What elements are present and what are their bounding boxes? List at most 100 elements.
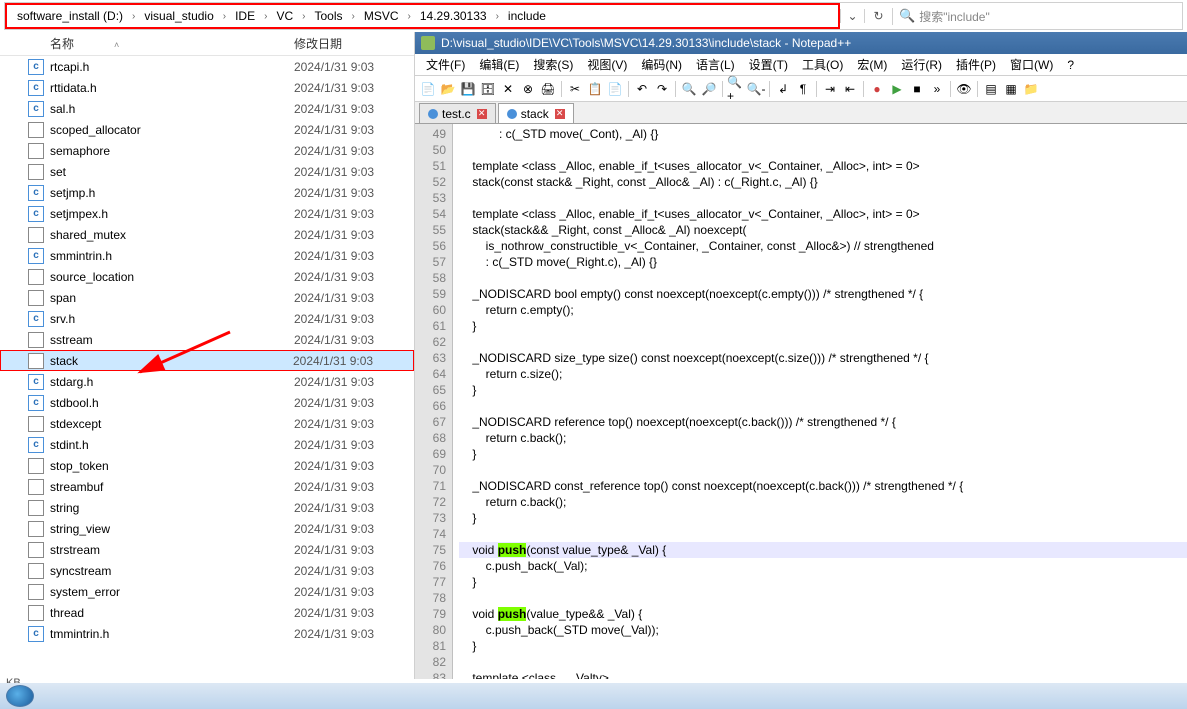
breadcrumb-item[interactable]: 14.29.30133 xyxy=(414,5,493,27)
file-row[interactable]: span2024/1/31 9:03 xyxy=(0,287,414,308)
file-row[interactable]: set2024/1/31 9:03 xyxy=(0,161,414,182)
find-icon[interactable]: 🔍 xyxy=(680,80,698,98)
file-row[interactable]: syncstream2024/1/31 9:03 xyxy=(0,560,414,581)
file-row[interactable]: cstdint.h2024/1/31 9:03 xyxy=(0,434,414,455)
cut-icon[interactable]: ✂ xyxy=(566,80,584,98)
notepad-toolbar[interactable]: 📄 📂 💾 🗄 ✕ ⊗ 🖨 ✂ 📋 📄 ↶ ↷ 🔍 🔎 🔍+ 🔍- ↲ ¶ ⇥ xyxy=(415,76,1187,102)
breadcrumb-item[interactable]: software_install (D:) xyxy=(11,5,129,27)
file-row[interactable]: ctmmintrin.h2024/1/31 9:03 xyxy=(0,623,414,644)
menu-item[interactable]: 搜索(S) xyxy=(526,56,580,73)
file-row[interactable]: crtcapi.h2024/1/31 9:03 xyxy=(0,56,414,77)
doc-map-icon[interactable]: ▤ xyxy=(982,80,1000,98)
file-row[interactable]: csetjmp.h2024/1/31 9:03 xyxy=(0,182,414,203)
menu-item[interactable]: 文件(F) xyxy=(419,56,472,73)
save-all-icon[interactable]: 🗄 xyxy=(479,80,497,98)
file-row[interactable]: csrv.h2024/1/31 9:03 xyxy=(0,308,414,329)
replace-icon[interactable]: 🔎 xyxy=(700,80,718,98)
breadcrumb[interactable]: software_install (D:)›visual_studio›IDE›… xyxy=(5,3,552,29)
editor-tab[interactable]: test.c✕ xyxy=(419,103,496,123)
paste-icon[interactable]: 📄 xyxy=(606,80,624,98)
code-content[interactable]: : c(_STD move(_Cont), _Al) {} template <… xyxy=(453,124,1187,679)
file-row[interactable]: stdexcept2024/1/31 9:03 xyxy=(0,413,414,434)
close-all-icon[interactable]: ⊗ xyxy=(519,80,537,98)
record-macro-icon[interactable]: ● xyxy=(868,80,886,98)
file-row[interactable]: string_view2024/1/31 9:03 xyxy=(0,518,414,539)
menu-item[interactable]: 编码(N) xyxy=(634,56,689,73)
file-icon xyxy=(28,332,44,348)
column-header[interactable]: 名称˄ 修改日期 xyxy=(0,32,414,56)
file-row[interactable]: stop_token2024/1/31 9:03 xyxy=(0,455,414,476)
globe-icon[interactable] xyxy=(6,685,34,707)
file-name: strstream xyxy=(50,543,294,557)
indent-icon[interactable]: ⇥ xyxy=(821,80,839,98)
breadcrumb-item[interactable]: include xyxy=(502,5,552,27)
notepad-menubar[interactable]: 文件(F)编辑(E)搜索(S)视图(V)编码(N)语言(L)设置(T)工具(O)… xyxy=(415,54,1187,76)
file-row[interactable]: string2024/1/31 9:03 xyxy=(0,497,414,518)
file-row[interactable]: cstdarg.h2024/1/31 9:03 xyxy=(0,371,414,392)
file-row[interactable]: csmmintrin.h2024/1/31 9:03 xyxy=(0,245,414,266)
menu-item[interactable]: ? xyxy=(1060,58,1081,72)
file-row[interactable]: strstream2024/1/31 9:03 xyxy=(0,539,414,560)
column-name[interactable]: 名称 xyxy=(50,37,74,51)
folder-workspace-icon[interactable]: 📁 xyxy=(1022,80,1040,98)
file-row[interactable]: streambuf2024/1/31 9:03 xyxy=(0,476,414,497)
notepad-tabs[interactable]: test.c✕stack✕ xyxy=(415,102,1187,124)
file-row[interactable]: cstdbool.h2024/1/31 9:03 xyxy=(0,392,414,413)
undo-icon[interactable]: ↶ xyxy=(633,80,651,98)
refresh-icon[interactable]: ↻ xyxy=(864,9,892,23)
file-row[interactable]: csetjmpex.h2024/1/31 9:03 xyxy=(0,203,414,224)
tab-close-icon[interactable]: ✕ xyxy=(477,109,487,119)
column-date[interactable]: 修改日期 xyxy=(294,35,414,52)
file-row[interactable]: csal.h2024/1/31 9:03 xyxy=(0,98,414,119)
address-dropdown-icon[interactable]: ⌄ xyxy=(840,9,864,23)
new-file-icon[interactable]: 📄 xyxy=(419,80,437,98)
menu-item[interactable]: 窗口(W) xyxy=(1003,56,1060,73)
file-row[interactable]: sstream2024/1/31 9:03 xyxy=(0,329,414,350)
editor-area[interactable]: 4950515253545556575859606162636465666768… xyxy=(415,124,1187,679)
func-list-icon[interactable]: ▦ xyxy=(1002,80,1020,98)
print-icon[interactable]: 🖨 xyxy=(539,80,557,98)
breadcrumb-item[interactable]: VC xyxy=(270,5,299,27)
play-macro-icon[interactable]: ▶ xyxy=(888,80,906,98)
file-row[interactable]: stack2024/1/31 9:03 xyxy=(0,350,414,371)
file-list[interactable]: crtcapi.h2024/1/31 9:03crttidata.h2024/1… xyxy=(0,56,414,679)
zoom-in-icon[interactable]: 🔍+ xyxy=(727,80,745,98)
breadcrumb-item[interactable]: visual_studio xyxy=(138,5,219,27)
menu-item[interactable]: 编辑(E) xyxy=(472,56,526,73)
menu-item[interactable]: 插件(P) xyxy=(949,56,1003,73)
file-row[interactable]: system_error2024/1/31 9:03 xyxy=(0,581,414,602)
file-date: 2024/1/31 9:03 xyxy=(293,354,413,368)
menu-item[interactable]: 语言(L) xyxy=(689,56,742,73)
outdent-icon[interactable]: ⇤ xyxy=(841,80,859,98)
stop-macro-icon[interactable]: ■ xyxy=(908,80,926,98)
editor-tab[interactable]: stack✕ xyxy=(498,103,574,123)
menu-item[interactable]: 运行(R) xyxy=(894,56,949,73)
repeat-macro-icon[interactable]: » xyxy=(928,80,946,98)
menu-item[interactable]: 工具(O) xyxy=(795,56,850,73)
menu-item[interactable]: 宏(M) xyxy=(850,56,894,73)
close-icon[interactable]: ✕ xyxy=(499,80,517,98)
tab-close-icon[interactable]: ✕ xyxy=(555,109,565,119)
taskbar[interactable] xyxy=(0,683,1187,709)
redo-icon[interactable]: ↷ xyxy=(653,80,671,98)
breadcrumb-item[interactable]: MSVC xyxy=(358,5,405,27)
open-file-icon[interactable]: 📂 xyxy=(439,80,457,98)
wordwrap-icon[interactable]: ↲ xyxy=(774,80,792,98)
file-row[interactable]: semaphore2024/1/31 9:03 xyxy=(0,140,414,161)
file-row[interactable]: shared_mutex2024/1/31 9:03 xyxy=(0,224,414,245)
copy-icon[interactable]: 📋 xyxy=(586,80,604,98)
menu-item[interactable]: 设置(T) xyxy=(742,56,795,73)
save-icon[interactable]: 💾 xyxy=(459,80,477,98)
file-row[interactable]: thread2024/1/31 9:03 xyxy=(0,602,414,623)
search-input[interactable]: 🔍 搜索"include" xyxy=(892,8,1142,25)
notepad-titlebar[interactable]: D:\visual_studio\IDE\VC\Tools\MSVC\14.29… xyxy=(415,32,1187,54)
zoom-out-icon[interactable]: 🔍- xyxy=(747,80,765,98)
show-all-chars-icon[interactable]: ¶ xyxy=(794,80,812,98)
menu-item[interactable]: 视图(V) xyxy=(580,56,634,73)
monitor-icon[interactable]: 👁 xyxy=(955,80,973,98)
file-row[interactable]: crttidata.h2024/1/31 9:03 xyxy=(0,77,414,98)
breadcrumb-item[interactable]: IDE xyxy=(229,5,261,27)
breadcrumb-item[interactable]: Tools xyxy=(308,5,348,27)
file-row[interactable]: source_location2024/1/31 9:03 xyxy=(0,266,414,287)
file-row[interactable]: scoped_allocator2024/1/31 9:03 xyxy=(0,119,414,140)
